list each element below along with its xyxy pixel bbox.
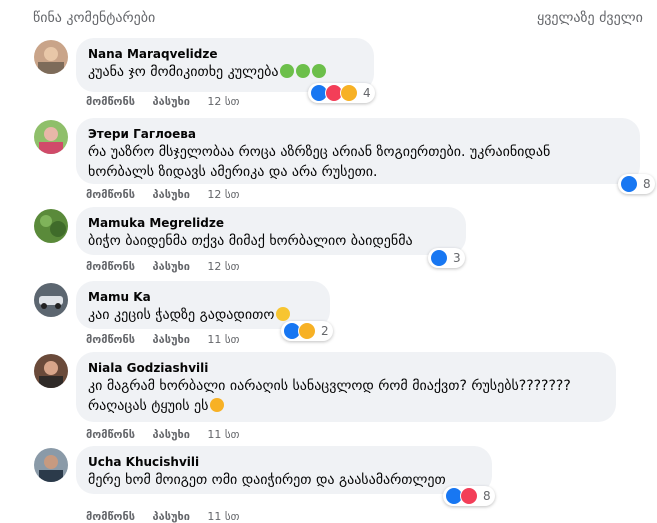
avatar[interactable] <box>34 209 68 243</box>
comment-actions: მომწონს პასუხი 12 სთ <box>86 260 253 273</box>
comment-text: კუანა ჯო მომიკითხე კულება <box>88 62 362 82</box>
like-reaction-icon <box>430 249 448 267</box>
reply-button[interactable]: პასუხი <box>153 333 190 346</box>
comment-bubble: Ucha Khucishvili მერე ხომ მოიგეთ ომი დაი… <box>76 446 492 494</box>
comment-time[interactable]: 11 სთ <box>207 510 239 523</box>
comment-actions: მომწონს პასუხი 12 სთ <box>86 188 253 201</box>
reaction-count: 8 <box>643 177 651 191</box>
reaction-summary[interactable]: 4 <box>308 83 375 103</box>
comment-time[interactable]: 12 სთ <box>207 260 239 273</box>
haha-reaction-icon <box>298 322 316 340</box>
reaction-count: 8 <box>483 489 491 503</box>
comment-time[interactable]: 12 სთ <box>207 188 239 201</box>
avatar-image <box>34 354 68 388</box>
avatar[interactable] <box>34 448 68 482</box>
reply-button[interactable]: პასუხი <box>153 428 190 441</box>
reaction-count: 3 <box>453 251 461 265</box>
comments-header: წინა კომენტარები ყველაზე ძველი <box>0 0 657 36</box>
comment-time[interactable]: 11 სთ <box>207 333 239 346</box>
like-button[interactable]: მომწონს <box>86 428 135 441</box>
like-reaction-icon <box>620 175 638 193</box>
like-button[interactable]: მომწონს <box>86 95 135 108</box>
avatar[interactable] <box>34 120 68 154</box>
comment-text-line: კაი კეცის ჭადზე გადადითო <box>88 307 275 323</box>
comment-actions: მომწონს პასუხი 11 სთ <box>86 510 253 523</box>
comment-text: რაღაცას ტყუის ეს <box>88 396 604 416</box>
reply-button[interactable]: პასუხი <box>153 260 190 273</box>
grinning-sweat-icon <box>276 307 291 321</box>
like-button[interactable]: მომწონს <box>86 188 135 201</box>
comment-author[interactable]: Mamuka Megrelidze <box>88 215 454 231</box>
nauseated-face-icon <box>296 64 311 78</box>
like-button[interactable]: მომწონს <box>86 260 135 273</box>
comment-author[interactable]: Mamu Ka <box>88 289 318 305</box>
comment-actions: მომწონს პასუხი 11 სთ <box>86 428 253 441</box>
comment-actions: მომწონს პასუხი 11 სთ <box>86 333 253 346</box>
reply-button[interactable]: პასუხი <box>153 95 190 108</box>
comment-text-line: მერე ხომ მოიგეთ ომი დაიჭირეთ და გაასამარ… <box>88 472 446 488</box>
sort-filter[interactable]: ყველაზე ძველი <box>537 10 643 26</box>
love-reaction-icon <box>460 487 478 505</box>
avatar-image <box>34 448 68 482</box>
comment-text-line: კი მაგრამ ხორბალი იარაღის სანაცვლოდ რომ … <box>88 378 571 394</box>
comment-author[interactable]: Ucha Khucishvili <box>88 454 480 470</box>
like-button[interactable]: მომწონს <box>86 333 135 346</box>
avatar-image <box>34 283 68 317</box>
flushed-face-icon <box>210 398 225 412</box>
comment-author[interactable]: Nana Maraqvelidze <box>88 46 362 62</box>
reply-button[interactable]: პასუხი <box>153 510 190 523</box>
haha-reaction-icon <box>340 84 358 102</box>
comment-bubble: Niala Godziashvili კი მაგრამ ხორბალი იარ… <box>76 352 616 422</box>
comment-text-line: რაღაცას ტყუის ეს <box>88 398 209 414</box>
avatar[interactable] <box>34 283 68 317</box>
comment-time[interactable]: 12 სთ <box>207 95 239 108</box>
avatar[interactable] <box>34 354 68 388</box>
avatar-image <box>34 209 68 243</box>
reaction-summary[interactable]: 8 <box>443 486 495 506</box>
reaction-summary[interactable]: 3 <box>428 248 465 268</box>
comment-text-line: რა უაზრო მსჯელობაა როცა აზრზეც არიან ზოგ… <box>88 144 551 160</box>
comment-text-line: კუანა ჯო მომიკითხე კულება <box>88 64 279 80</box>
reaction-summary[interactable]: 2 <box>281 321 333 341</box>
reply-button[interactable]: პასუხი <box>153 188 190 201</box>
comment-text-line: ხორბალს ზიდავს ამერიკა და არა რუსეთი. <box>88 164 378 180</box>
comment-actions: მომწონს პასუხი 12 სთ <box>86 95 253 108</box>
comment-time[interactable]: 11 სთ <box>207 428 239 441</box>
reaction-count: 2 <box>321 324 329 338</box>
avatar-image <box>34 40 68 74</box>
nauseated-face-icon <box>280 64 295 78</box>
comment-text: კაი კეცის ჭადზე გადადითო <box>88 305 318 325</box>
like-button[interactable]: მომწონს <box>86 510 135 523</box>
reaction-summary[interactable]: 8 <box>618 174 655 194</box>
nauseated-face-icon <box>312 64 327 78</box>
comment-author[interactable]: Этери Гаглоева <box>88 126 628 142</box>
comment-bubble: Этери Гаглоева რა უაზრო მსჯელობაა როცა ა… <box>76 118 640 184</box>
previous-comments-link[interactable]: წინა კომენტარები <box>33 10 155 26</box>
reaction-count: 4 <box>363 86 371 100</box>
avatar-image <box>34 120 68 154</box>
avatar[interactable] <box>34 40 68 74</box>
comment-bubble: Mamuka Megrelidze ბიჭო ბაიდენმა თქვა მიმ… <box>76 207 466 255</box>
comment-text-line: ბიჭო ბაიდენმა თქვა მიმაქ ხორბალიო ბაიდენ… <box>88 233 413 249</box>
comment-author[interactable]: Niala Godziashvili <box>88 360 604 376</box>
